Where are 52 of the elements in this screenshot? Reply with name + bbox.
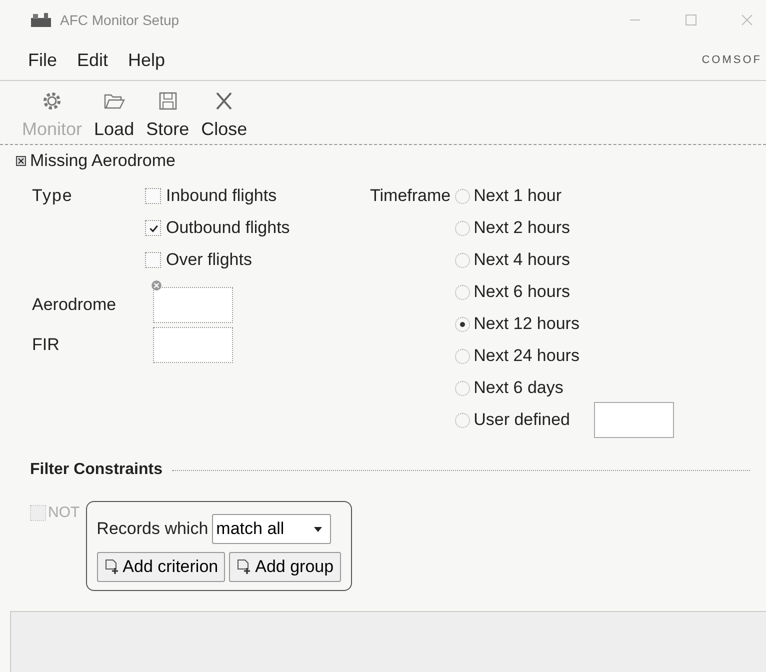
radio-label[interactable]: User defined xyxy=(474,410,570,430)
collapse-icon[interactable] xyxy=(16,156,26,166)
document-add-icon xyxy=(236,559,252,575)
checkbox-label[interactable]: Over flights xyxy=(166,250,252,270)
check-icon xyxy=(148,222,158,234)
field-label: Type xyxy=(32,185,74,207)
radio-label[interactable]: Next 1 hour xyxy=(474,186,562,206)
document-add-icon xyxy=(104,559,120,575)
radio-label[interactable]: Next 12 hours xyxy=(474,314,580,334)
radio-button[interactable] xyxy=(454,380,470,396)
dropdown[interactable]: match all xyxy=(212,514,332,544)
section-title: Filter Constraints xyxy=(30,461,162,479)
menu-item[interactable]: Edit xyxy=(77,50,108,70)
menu-item[interactable]: File xyxy=(28,50,58,70)
radio-label[interactable]: Next 6 days xyxy=(474,378,564,398)
add-button[interactable]: Add group xyxy=(229,552,341,582)
field-label: Aerodrome xyxy=(32,295,118,315)
window-title: AFC Monitor Setup xyxy=(60,12,180,28)
radio-label[interactable]: Next 24 hours xyxy=(474,346,580,366)
checkbox-label[interactable]: Outbound flights xyxy=(166,218,290,238)
checkbox[interactable] xyxy=(145,252,161,268)
radio-button[interactable] xyxy=(454,412,470,428)
checkbox[interactable] xyxy=(145,188,161,204)
input-field[interactable] xyxy=(153,287,233,323)
menu-item[interactable]: Help xyxy=(128,50,166,70)
field-label: Records which xyxy=(96,519,208,539)
radio-label[interactable]: Next 2 hours xyxy=(474,218,570,238)
toolbar-button[interactable]: Load xyxy=(90,89,138,140)
toolbar-button[interactable]: Close xyxy=(197,89,252,140)
logo: COMSOF xyxy=(702,54,762,66)
field-label: Timeframe xyxy=(370,185,451,207)
toolbar-button[interactable]: Store xyxy=(142,89,194,140)
error-icon xyxy=(151,280,162,291)
radio-button[interactable] xyxy=(454,348,470,364)
input-field[interactable] xyxy=(594,402,674,438)
close-icon[interactable] xyxy=(740,13,754,27)
checkbox[interactable] xyxy=(145,220,161,236)
radio-button[interactable] xyxy=(454,316,470,332)
radio-button[interactable] xyxy=(454,220,470,236)
field-label: FIR xyxy=(32,335,60,355)
app-icon xyxy=(30,12,52,28)
radio-label[interactable]: Next 4 hours xyxy=(474,250,570,270)
checkbox-label[interactable]: Inbound flights xyxy=(166,186,277,206)
section-title: Missing Aerodrome xyxy=(30,151,176,171)
input-field[interactable] xyxy=(153,327,233,363)
radio-label[interactable]: Next 6 hours xyxy=(474,282,570,302)
radio-button[interactable] xyxy=(454,252,470,268)
radio-button[interactable] xyxy=(454,284,470,300)
maximize-icon[interactable] xyxy=(684,13,698,27)
add-button[interactable]: Add criterion xyxy=(96,552,226,582)
caret-icon xyxy=(314,526,322,532)
radio-button[interactable] xyxy=(454,188,470,204)
